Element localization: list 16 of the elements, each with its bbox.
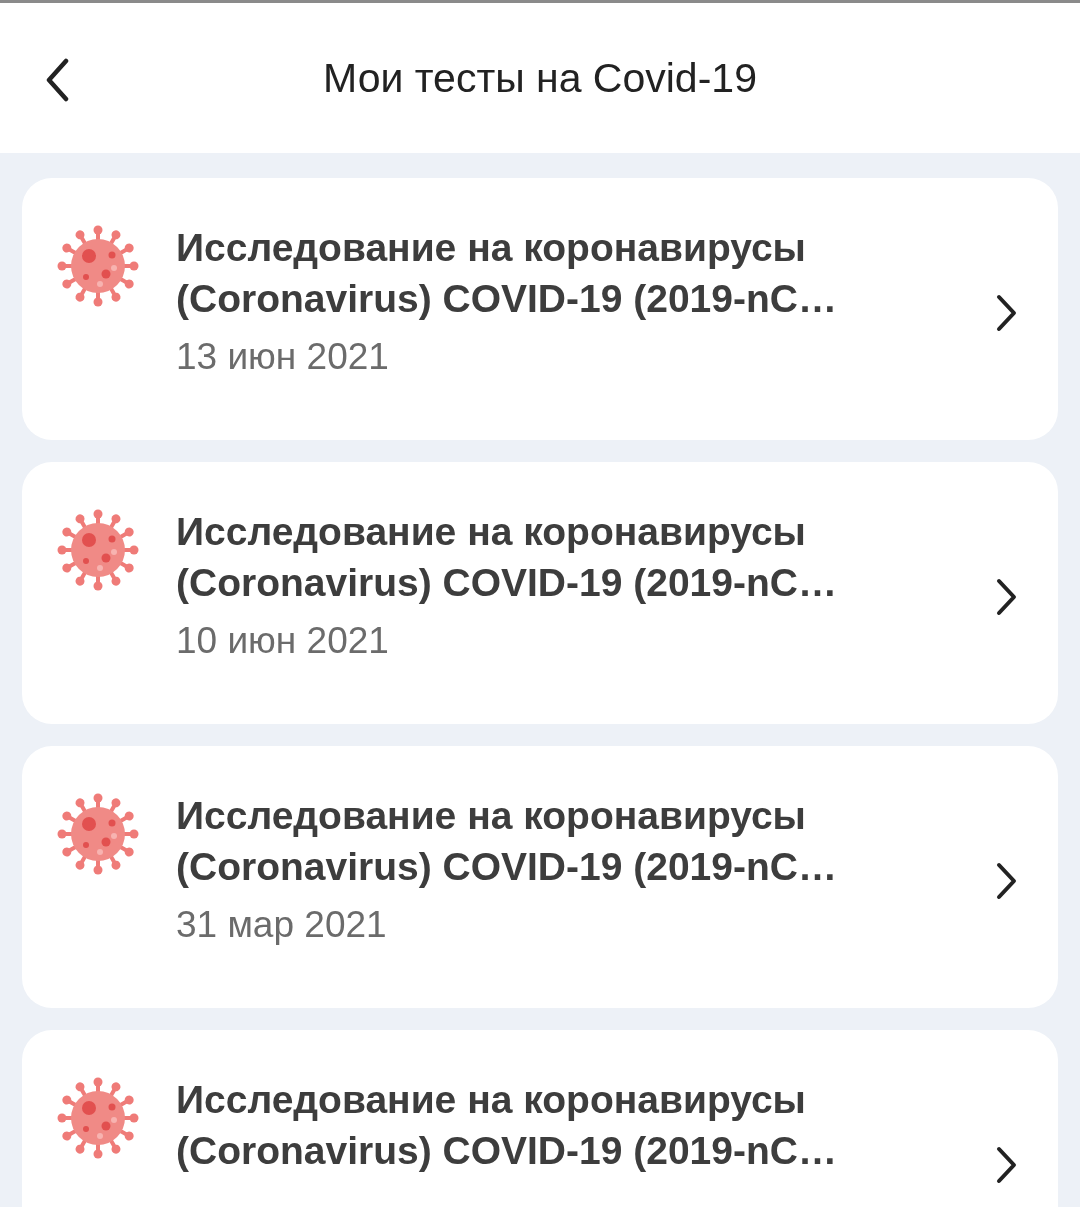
chevron-right-icon [996,294,1018,332]
chevron-right-icon [996,862,1018,900]
test-title: Исследование на коронавирусы (Coronavirus) COVID-19 (2019-nC… [176,225,838,322]
test-title: Исследование на коронавирусы (Coronavirus) COVID-19 (2019-nC… [176,509,838,606]
test-card[interactable]: Исследование на коронавирусы (Coronavirus) COVID-19 (2019-nC… 31 мар 2021 [22,746,1058,1008]
chevron-right-icon [996,578,1018,616]
test-title: Исследование на коронавирусы (Coronavirus) COVID-19 (2019-nC… [176,793,838,890]
test-title: Исследование на коронавирусы (Coronavirus) COVID-19 (2019-nC… [176,1077,838,1174]
test-date: 31 мар 2021 [176,904,388,946]
test-card[interactable]: Исследование на коронавирусы (Coronavirus) COVID-19 (2019-nC… [22,1030,1058,1207]
test-card[interactable]: Исследование на коронавирусы (Coronavirus) COVID-19 (2019-nC… 10 июн 2021 [22,462,1058,724]
chevron-right-icon [996,1146,1018,1184]
test-date: 13 июн 2021 [176,336,390,378]
test-date: 10 июн 2021 [176,620,390,662]
test-card[interactable]: Исследование на коронавирусы (Coronavirus) COVID-19 (2019-nC… 13 июн 2021 [22,178,1058,440]
screen-title: Мои тесты на Covid-19 [323,54,757,102]
